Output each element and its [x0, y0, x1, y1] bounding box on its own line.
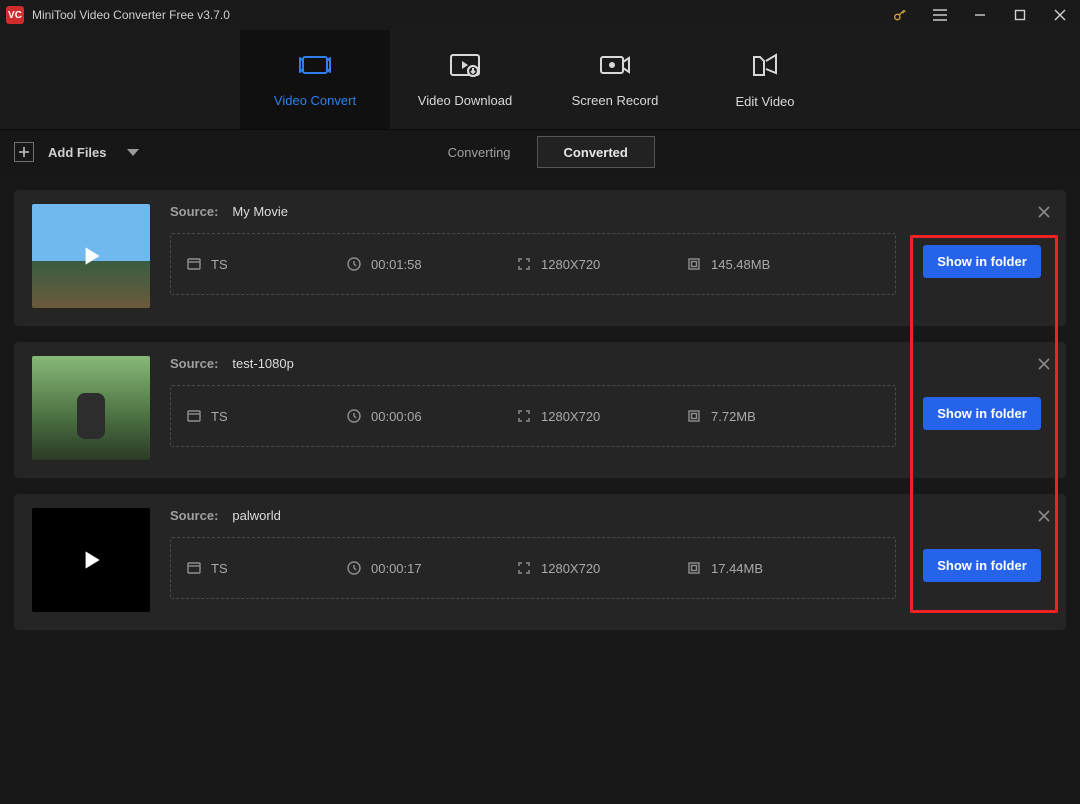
tab-edit-video[interactable]: Edit Video — [690, 30, 840, 129]
show-in-folder-button[interactable]: Show in folder — [923, 245, 1041, 278]
tab-video-download[interactable]: Video Download — [390, 30, 540, 129]
edit-icon — [750, 51, 780, 82]
converted-item-card: Source: test-1080p TS 00:00:06 1280X720 — [14, 342, 1066, 478]
seg-converting[interactable]: Converting — [422, 136, 537, 168]
seg-converted[interactable]: Converted — [537, 136, 655, 168]
format-value: TS — [211, 561, 228, 576]
convert-icon — [298, 52, 332, 81]
duration-value: 00:00:17 — [371, 561, 422, 576]
menu-icon[interactable] — [920, 0, 960, 30]
chevron-down-icon — [127, 145, 139, 160]
format-icon — [187, 561, 201, 575]
key-icon[interactable] — [880, 0, 920, 30]
plus-icon — [14, 142, 34, 162]
status-segmented-control: Converting Converted — [422, 136, 655, 168]
clock-icon — [347, 561, 361, 575]
app-title: MiniTool Video Converter Free v3.7.0 — [32, 8, 230, 22]
converted-item-card: Source: My Movie TS 00:01:58 1280X720 — [14, 190, 1066, 326]
video-thumbnail[interactable] — [32, 508, 150, 612]
remove-item-button[interactable] — [1036, 204, 1052, 223]
tab-video-convert[interactable]: Video Convert — [240, 30, 390, 129]
duration-value: 00:01:58 — [371, 257, 422, 272]
duration-value: 00:00:06 — [371, 409, 422, 424]
play-icon — [32, 508, 150, 612]
detail-box: TS 00:01:58 1280X720 145.48MB — [170, 233, 896, 295]
format-value: TS — [211, 257, 228, 272]
top-nav: Video Convert Video Download Screen Reco… — [0, 30, 1080, 130]
close-window-button[interactable] — [1040, 0, 1080, 30]
tab-label: Video Convert — [274, 93, 356, 108]
source-label: Source: — [170, 204, 218, 219]
size-value: 145.48MB — [711, 257, 770, 272]
video-thumbnail[interactable] — [32, 204, 150, 308]
source-label: Source: — [170, 508, 218, 523]
record-icon — [598, 52, 632, 81]
toolbar: Add Files Converting Converted — [0, 130, 1080, 174]
tab-label: Screen Record — [572, 93, 659, 108]
source-name: palworld — [232, 508, 280, 523]
show-in-folder-button[interactable]: Show in folder — [923, 397, 1041, 430]
remove-item-button[interactable] — [1036, 508, 1052, 527]
add-files-label: Add Files — [48, 145, 107, 160]
play-icon — [32, 204, 150, 308]
detail-box: TS 00:00:17 1280X720 17.44MB — [170, 537, 896, 599]
content-area: Source: My Movie TS 00:01:58 1280X720 — [0, 174, 1080, 804]
resolution-value: 1280X720 — [541, 561, 600, 576]
format-value: TS — [211, 409, 228, 424]
format-icon — [187, 409, 201, 423]
converted-item-card: Source: palworld TS 00:00:17 1280X720 — [14, 494, 1066, 630]
detail-box: TS 00:00:06 1280X720 7.72MB — [170, 385, 896, 447]
tab-screen-record[interactable]: Screen Record — [540, 30, 690, 129]
titlebar: VC MiniTool Video Converter Free v3.7.0 — [0, 0, 1080, 30]
download-icon — [448, 52, 482, 81]
clock-icon — [347, 409, 361, 423]
remove-item-button[interactable] — [1036, 356, 1052, 375]
resolution-icon — [517, 561, 531, 575]
resolution-value: 1280X720 — [541, 257, 600, 272]
size-value: 7.72MB — [711, 409, 756, 424]
minimize-button[interactable] — [960, 0, 1000, 30]
size-icon — [687, 257, 701, 271]
source-name: My Movie — [232, 204, 288, 219]
resolution-icon — [517, 409, 531, 423]
tab-label: Edit Video — [735, 94, 794, 109]
add-files-button[interactable]: Add Files — [0, 130, 157, 174]
video-thumbnail[interactable] — [32, 356, 150, 460]
maximize-button[interactable] — [1000, 0, 1040, 30]
show-in-folder-button[interactable]: Show in folder — [923, 549, 1041, 582]
play-icon — [32, 356, 150, 460]
size-value: 17.44MB — [711, 561, 763, 576]
size-icon — [687, 561, 701, 575]
resolution-value: 1280X720 — [541, 409, 600, 424]
source-name: test-1080p — [232, 356, 293, 371]
clock-icon — [347, 257, 361, 271]
format-icon — [187, 257, 201, 271]
tab-label: Video Download — [418, 93, 512, 108]
size-icon — [687, 409, 701, 423]
app-logo: VC — [6, 6, 24, 24]
source-label: Source: — [170, 356, 218, 371]
resolution-icon — [517, 257, 531, 271]
